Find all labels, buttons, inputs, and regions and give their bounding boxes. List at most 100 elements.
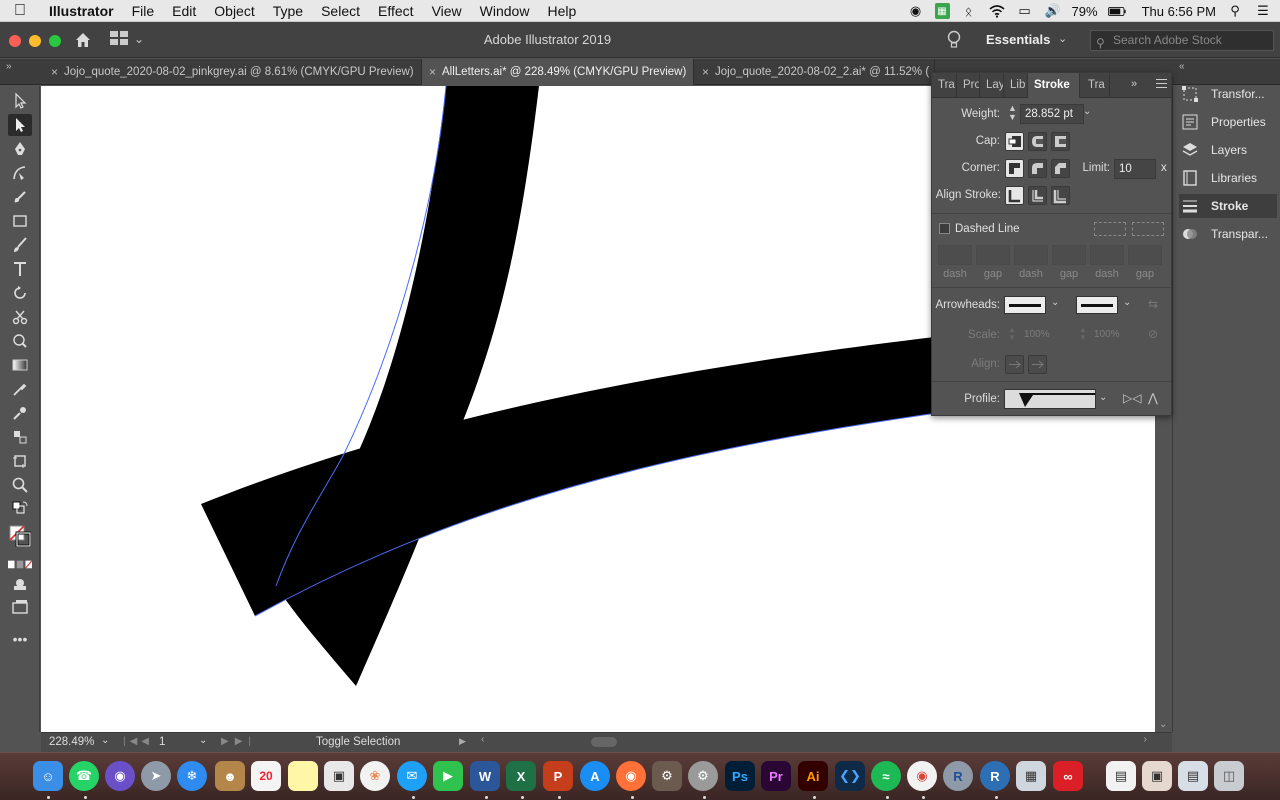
scroll-right-icon[interactable]: ›: [1144, 734, 1147, 745]
contacts-icon[interactable]: ☻: [215, 761, 245, 791]
dash-3-input[interactable]: [1090, 245, 1124, 265]
panel-tab-transform[interactable]: Tra: [932, 73, 957, 98]
vscode-icon[interactable]: ❮❯: [835, 761, 865, 791]
type-tool-icon[interactable]: [8, 258, 32, 280]
panel-menu-icon[interactable]: [1156, 79, 1167, 88]
dash-preserve-exact-icon[interactable]: [1094, 222, 1126, 236]
fill-stroke-swatch[interactable]: [8, 522, 32, 550]
photos-icon[interactable]: ❀: [360, 761, 390, 791]
scissors-tool-icon[interactable]: [8, 306, 32, 328]
curvature-tool-icon[interactable]: [8, 162, 32, 184]
chevron-down-icon[interactable]: ⌄: [101, 735, 109, 746]
spotlight-search-icon[interactable]: ⚲: [1226, 3, 1244, 19]
end-arrowhead-select[interactable]: [1076, 296, 1118, 314]
image-file-icon[interactable]: ▣: [1142, 761, 1172, 791]
close-icon[interactable]: ×: [429, 59, 436, 85]
miter-join-button[interactable]: [1005, 159, 1024, 178]
panel-tab-transparency[interactable]: Tra: [1082, 73, 1110, 98]
rotate-tool-icon[interactable]: [8, 282, 32, 304]
microsoft-excel-icon[interactable]: X: [506, 761, 536, 791]
calendar-icon[interactable]: 20: [251, 761, 281, 791]
siri-icon[interactable]: ◉: [105, 761, 135, 791]
chevron-down-icon[interactable]: ⌄: [1051, 297, 1059, 308]
start-scale-input[interactable]: 100%: [1024, 329, 1050, 340]
horizontal-scrollbar[interactable]: ‹ ›: [481, 734, 1151, 748]
chevron-down-icon[interactable]: ⌄: [1058, 32, 1067, 45]
scale-stepper-icon[interactable]: ▲ ▼: [1079, 326, 1087, 342]
menu-object[interactable]: Object: [205, 0, 263, 22]
dock-properties[interactable]: Properties: [1179, 110, 1277, 134]
drawing-mode-icon[interactable]: [8, 572, 32, 594]
menu-view[interactable]: View: [423, 0, 471, 22]
screen-mode-icon[interactable]: [8, 596, 32, 618]
puppet-warp-tool-icon[interactable]: [8, 330, 32, 352]
swap-arrowheads-icon[interactable]: ⇆: [1148, 297, 1158, 311]
dock-stroke[interactable]: Stroke: [1179, 194, 1277, 218]
dash-2-input[interactable]: [1014, 245, 1048, 265]
bluetooth-icon[interactable]: ᛟ: [960, 3, 978, 19]
wifi-icon[interactable]: [988, 3, 1006, 19]
dock-libraries[interactable]: Libraries: [1179, 166, 1277, 190]
notification-center-icon[interactable]: ☰: [1254, 3, 1272, 19]
scrollbar-thumb[interactable]: [591, 737, 617, 747]
chevron-down-icon[interactable]: ⌄: [199, 735, 207, 746]
flip-along-icon[interactable]: ▷◁: [1123, 391, 1141, 405]
butt-cap-button[interactable]: [1005, 132, 1024, 151]
instruments-icon[interactable]: ⚙: [652, 761, 682, 791]
anchor-point-tool-icon[interactable]: [8, 186, 32, 208]
gap-3-input[interactable]: [1128, 245, 1162, 265]
scroll-down-icon[interactable]: ⌄: [1159, 719, 1167, 730]
arrow-place-at-end-button[interactable]: [1028, 355, 1047, 374]
rectangle-tool-icon[interactable]: [8, 210, 32, 232]
width-profile-select[interactable]: [1004, 389, 1096, 409]
panel-tab-stroke[interactable]: Stroke: [1028, 73, 1080, 98]
direct-selection-tool-icon[interactable]: [8, 114, 32, 136]
menu-file[interactable]: File: [123, 0, 164, 22]
scroll-left-icon[interactable]: ‹: [481, 734, 484, 745]
microsoft-word-icon[interactable]: W: [470, 761, 500, 791]
airplay-icon[interactable]: ▭: [1016, 3, 1034, 19]
link-scale-icon[interactable]: ⊘: [1148, 327, 1158, 341]
default-fill-stroke-icon[interactable]: [8, 498, 32, 520]
document-tab-2-active[interactable]: × AllLetters.ai* @ 228.49% (CMYK/GPU Pre…: [422, 59, 694, 85]
screen-sharing-icon[interactable]: ▦: [1016, 761, 1046, 791]
photoshop-icon[interactable]: Ps: [725, 761, 755, 791]
menu-clock[interactable]: Thu 6:56 PM: [1142, 4, 1216, 19]
weight-dropdown-icon[interactable]: ⌄: [1083, 106, 1091, 117]
document-tab-3[interactable]: × Jojo_quote_2020-08-02_2.ai* @ 11.52% (: [695, 59, 935, 85]
close-icon[interactable]: ×: [702, 59, 709, 85]
whatsapp-icon[interactable]: ☎: [69, 761, 99, 791]
panel-tab-libraries[interactable]: Lib: [1004, 73, 1028, 98]
apple-icon[interactable]: : [0, 2, 40, 20]
finder-icon[interactable]: ☺: [33, 761, 63, 791]
menu-select[interactable]: Select: [312, 0, 369, 22]
align-stroke-center-button[interactable]: [1005, 186, 1024, 205]
document-icon[interactable]: ▤: [1106, 761, 1136, 791]
flip-across-icon[interactable]: ⋀: [1148, 391, 1158, 405]
chrome-icon[interactable]: ◉: [907, 761, 937, 791]
messages-icon[interactable]: ✉: [397, 761, 427, 791]
lightbulb-icon[interactable]: [946, 30, 962, 50]
firefox-icon[interactable]: ◉: [616, 761, 646, 791]
eyedropper-tool-icon[interactable]: [8, 378, 32, 400]
chevron-down-icon[interactable]: ⌄: [1123, 297, 1131, 308]
panel-collapse-icon[interactable]: «: [1179, 61, 1185, 72]
safari-icon[interactable]: ❄: [177, 761, 207, 791]
notes-icon[interactable]: [288, 761, 318, 791]
live-paint-tool-icon[interactable]: [8, 426, 32, 448]
adobe-stock-search-input[interactable]: ⚲ Search Adobe Stock: [1090, 30, 1274, 51]
volume-icon[interactable]: 🔊: [1044, 3, 1062, 19]
app-status-icon[interactable]: ▦: [934, 3, 950, 19]
dock-layers[interactable]: Layers: [1179, 138, 1277, 162]
align-stroke-inside-button[interactable]: [1028, 186, 1047, 205]
creative-cloud-icon[interactable]: ◉: [907, 3, 925, 19]
artboard-nav-next-last[interactable]: ▶▶|: [221, 736, 257, 747]
menu-effect[interactable]: Effect: [369, 0, 423, 22]
paintbrush-tool-icon[interactable]: [8, 234, 32, 256]
arrow-extend-beyond-button[interactable]: [1005, 355, 1024, 374]
scale-stepper-icon[interactable]: ▲ ▼: [1008, 326, 1016, 342]
miter-limit-input[interactable]: 10: [1114, 159, 1156, 179]
gradient-tool-icon[interactable]: [8, 354, 32, 376]
dashed-line-checkbox[interactable]: [939, 223, 950, 234]
selection-tool-icon[interactable]: [8, 90, 32, 112]
